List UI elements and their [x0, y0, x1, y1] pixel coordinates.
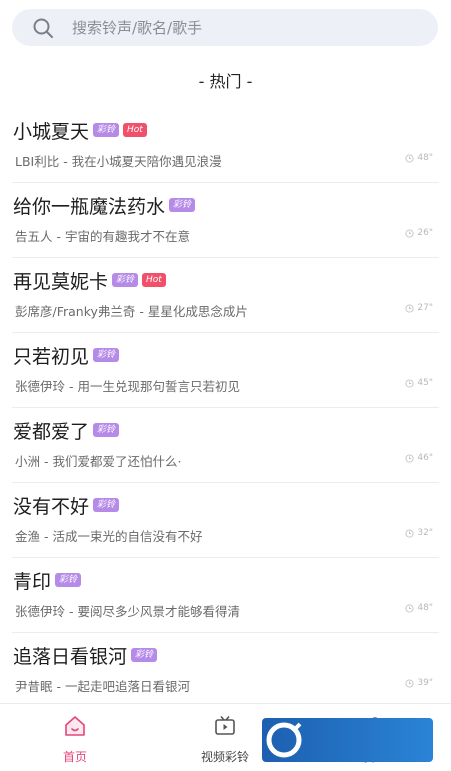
song-list: 小城夏天 彩铃 Hot LBI利比 - 我在小城夏天陪你遇见浪漫 48" 给你一瓶魔法药水…	[0, 108, 451, 708]
search-input[interactable]	[72, 9, 412, 46]
tab-home-label: 首页	[62, 750, 87, 764]
duration-text: 27"	[417, 303, 433, 313]
song-description: 告五人 - 宇宙的有趣我才不在意	[15, 229, 190, 244]
hot-badge: Hot	[142, 273, 166, 287]
duration: 48"	[405, 153, 433, 163]
tv-icon	[215, 715, 235, 735]
duration: 45"	[405, 378, 433, 388]
song-title: 没有不好	[13, 495, 90, 518]
song-description: 张德伊玲 - 用一生兑现那句誓言只若初见	[15, 379, 240, 394]
song-description: LBI利比 - 我在小城夏天陪你遇见浪漫	[15, 154, 222, 169]
duration-text: 48"	[417, 153, 433, 163]
watermark-logo-icon	[266, 722, 302, 758]
song-item[interactable]: 小城夏天 彩铃 Hot LBI利比 - 我在小城夏天陪你遇见浪漫 48"	[12, 108, 439, 183]
song-item[interactable]: 没有不好 彩铃金渔 - 活成一束光的自信没有不好 32"	[12, 483, 439, 558]
section-title: - 热门 -	[198, 72, 253, 91]
clock-icon	[405, 528, 414, 538]
video-ringtone-badge: 彩铃	[131, 648, 158, 662]
home-icon	[65, 716, 85, 736]
song-item[interactable]: 只若初见 彩铃张德伊玲 - 用一生兑现那句誓言只若初见 45"	[12, 333, 439, 408]
watermark	[262, 718, 433, 762]
duration: 39"	[405, 678, 433, 688]
video-ringtone-badge: 彩铃	[112, 273, 139, 287]
duration-text: 48"	[417, 603, 433, 613]
song-title-row: 给你一瓶魔法药水 彩铃	[13, 191, 196, 219]
duration-text: 45"	[417, 378, 433, 388]
song-title-row: 再见莫妮卡 彩铃 Hot	[13, 266, 166, 294]
song-title-row: 青印 彩铃	[13, 566, 82, 594]
duration: 26"	[405, 228, 433, 238]
video-ringtone-badge: 彩铃	[93, 498, 120, 512]
song-description: 金渔 - 活成一束光的自信没有不好	[15, 529, 203, 544]
song-title: 青印	[13, 570, 52, 593]
song-item[interactable]: 追落日看银河 彩铃尹昔眠 - 一起走吧追落日看银河 39"	[12, 633, 439, 708]
clock-icon	[405, 378, 414, 388]
song-description: 彭席彦/Franky弗兰奇 - 星星化成思念成片	[15, 304, 248, 319]
duration: 46"	[405, 453, 433, 463]
song-title: 小城夏天	[13, 120, 90, 143]
clock-icon	[405, 303, 414, 313]
duration: 48"	[405, 603, 433, 613]
search-bar[interactable]	[12, 9, 438, 46]
clock-icon	[405, 678, 414, 688]
song-title-row: 追落日看银河 彩铃	[13, 641, 158, 669]
duration-text: 46"	[417, 453, 433, 463]
clock-icon	[405, 228, 414, 238]
duration-text: 26"	[417, 228, 433, 238]
song-title-row: 只若初见 彩铃	[13, 341, 120, 369]
clock-icon	[405, 453, 414, 463]
song-title: 追落日看银河	[13, 645, 128, 668]
search-icon	[33, 18, 53, 38]
tab-home[interactable]: 首页	[15, 704, 135, 771]
song-title-row: 爱都爱了 彩铃	[13, 416, 120, 444]
video-ringtone-badge: 彩铃	[93, 123, 120, 137]
video-ringtone-badge: 彩铃	[169, 198, 196, 212]
song-description: 尹昔眠 - 一起走吧追落日看银河	[15, 679, 190, 694]
song-title: 再见莫妮卡	[13, 270, 109, 293]
song-item[interactable]: 给你一瓶魔法药水 彩铃告五人 - 宇宙的有趣我才不在意 26"	[12, 183, 439, 258]
duration: 27"	[405, 303, 433, 313]
song-item[interactable]: 再见莫妮卡 彩铃 Hot 彭席彦/Franky弗兰奇 - 星星化成思念成片 27"	[12, 258, 439, 333]
song-item[interactable]: 爱都爱了 彩铃小洲 - 我们爱都爱了还怕什么· 46"	[12, 408, 439, 483]
song-description: 张德伊玲 - 要阅尽多少风景才能够看得清	[15, 604, 240, 619]
hot-badge: Hot	[123, 123, 147, 137]
clock-icon	[405, 153, 414, 163]
video-ringtone-badge: 彩铃	[93, 423, 120, 437]
song-title-row: 小城夏天 彩铃 Hot	[13, 116, 147, 144]
clock-icon	[405, 603, 414, 613]
song-item[interactable]: 青印 彩铃张德伊玲 - 要阅尽多少风景才能够看得清 48"	[12, 558, 439, 633]
song-description: 小洲 - 我们爱都爱了还怕什么·	[15, 454, 182, 469]
song-title: 给你一瓶魔法药水	[13, 195, 166, 218]
song-title-row: 没有不好 彩铃	[13, 491, 120, 519]
duration-text: 39"	[417, 678, 433, 688]
duration-text: 32"	[417, 528, 433, 538]
video-ringtone-badge: 彩铃	[93, 348, 120, 362]
song-title: 只若初见	[13, 345, 90, 368]
song-title: 爱都爱了	[13, 420, 90, 443]
video-ringtone-badge: 彩铃	[55, 573, 82, 587]
duration: 32"	[405, 528, 433, 538]
